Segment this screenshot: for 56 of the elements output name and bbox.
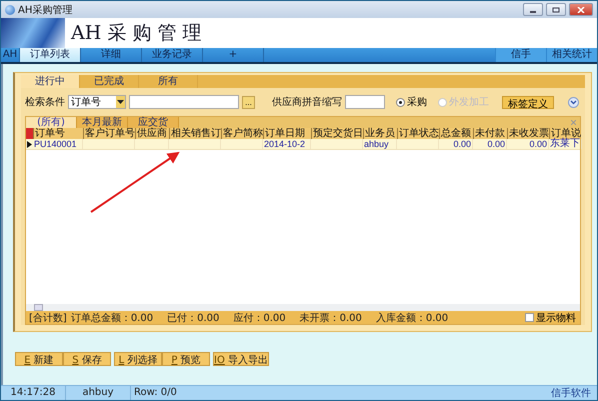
pinyin-field[interactable]: [345, 95, 385, 109]
banner-artwork: [1, 18, 65, 48]
tab[interactable]: 本月最新: [77, 117, 128, 128]
action-button[interactable]: E 新建: [15, 352, 63, 366]
window-title: AH采购管理: [18, 4, 72, 16]
tab[interactable]: 订单列表: [20, 48, 81, 62]
close-icon: [577, 6, 585, 12]
status-text: ahbuy: [66, 386, 131, 400]
action-button[interactable]: P 预览: [162, 352, 210, 366]
vendor-label: 信手软件: [551, 386, 591, 400]
search-field[interactable]: [129, 95, 239, 109]
action-button[interactable]: S 保存: [63, 352, 111, 366]
total-text: 应付：0.00: [233, 312, 286, 324]
maximize-icon: [552, 6, 560, 12]
table-cell: 0.00: [439, 139, 473, 149]
status-text: 14:17:28: [1, 386, 66, 400]
close-button[interactable]: [569, 3, 593, 16]
table-cell: 0.00: [473, 139, 507, 149]
table-cell: 东莱下: [549, 139, 582, 149]
total-text: 未开票：0.00: [300, 312, 362, 324]
tab[interactable]: 详细: [81, 48, 142, 62]
checkbox-label: 显示物料: [536, 312, 576, 324]
tab[interactable]: (所有): [26, 117, 77, 128]
table-cell: PU140001: [33, 139, 83, 149]
tab[interactable]: +: [203, 48, 264, 62]
app-icon: [5, 4, 15, 14]
condition-dropdown[interactable]: 订单号: [68, 95, 126, 109]
status-text: Row: 0/0: [133, 386, 177, 400]
total-text: 订单总金额：0.00: [70, 312, 154, 324]
pinyin-label: 供应商拼音缩写: [272, 96, 342, 109]
maximize-button[interactable]: [546, 3, 566, 16]
tab[interactable]: 信手: [495, 48, 546, 62]
checkbox[interactable]: [525, 313, 534, 322]
total-text: [合计数]: [29, 312, 67, 324]
horizontal-scrollbar[interactable]: [26, 304, 580, 311]
action-button[interactable]: L 列选择: [114, 352, 162, 366]
tab[interactable]: 相关统计: [546, 48, 597, 62]
table-cell: ahbuy: [363, 139, 397, 149]
radio-label: 外发加工: [449, 96, 489, 109]
search-label: 检索条件: [25, 96, 65, 109]
table-cell: 0.00: [507, 139, 549, 149]
banner-title: AH 采 购 管 理: [71, 21, 202, 46]
tab[interactable]: 业务记录: [142, 48, 203, 62]
tag-define-button[interactable]: 标签定义: [502, 96, 554, 108]
expand-icon[interactable]: [568, 96, 579, 108]
radio-button[interactable]: [396, 98, 405, 106]
minimize-button[interactable]: [523, 3, 543, 16]
tab[interactable]: 进行中: [21, 75, 80, 88]
action-button[interactable]: IO 导入导出: [213, 352, 269, 366]
close-icon[interactable]: [571, 120, 576, 125]
total-text: 已付：0.00: [167, 312, 220, 324]
radio-label: 采购: [407, 96, 427, 109]
tab[interactable]: 应交货: [128, 117, 179, 128]
browse-button[interactable]: ...: [242, 96, 255, 108]
table-cell: 2014-10-2: [263, 139, 311, 149]
total-text: 入库金额：0.00: [376, 312, 448, 324]
